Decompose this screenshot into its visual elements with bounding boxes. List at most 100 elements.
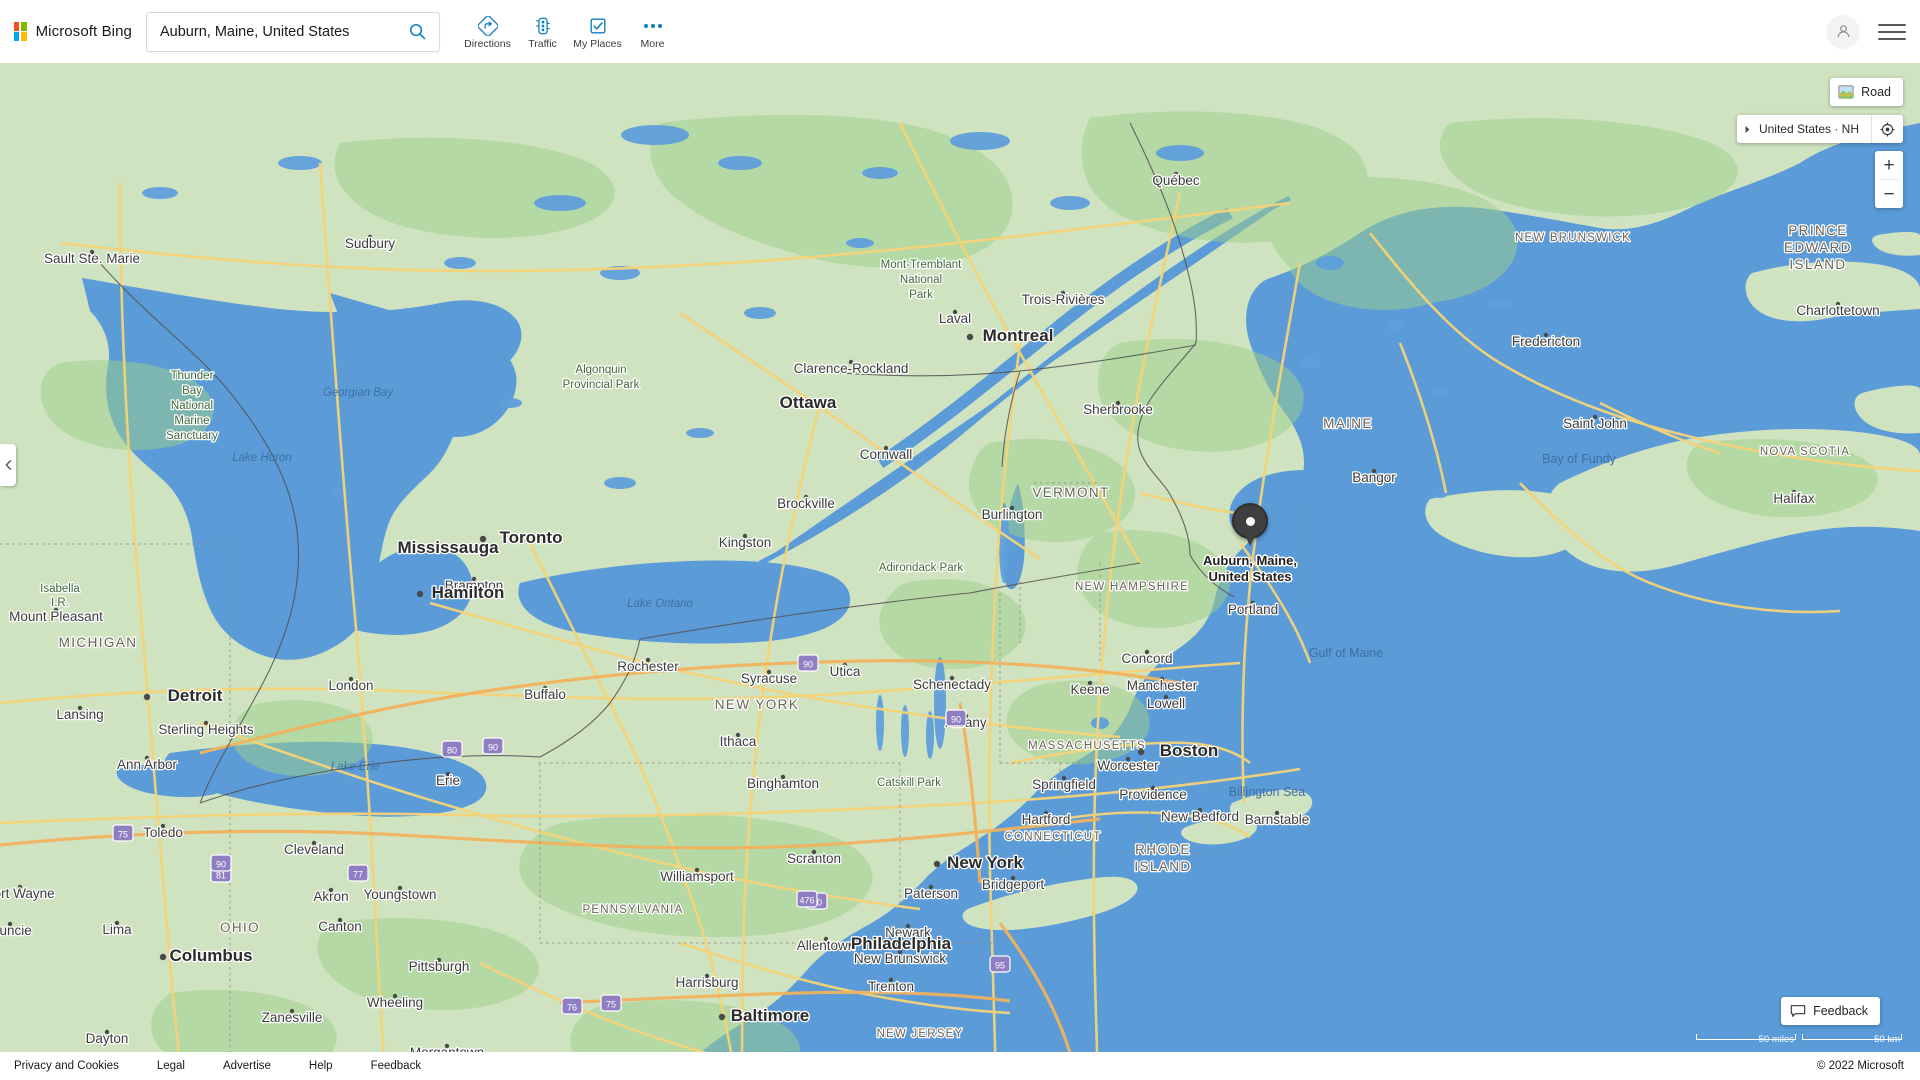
caret-right-icon[interactable] bbox=[1737, 125, 1759, 134]
highway-shield-label: 75 bbox=[118, 830, 128, 840]
highway-shield-label: 76 bbox=[567, 1003, 577, 1013]
city-label: Fort Wayne bbox=[0, 886, 55, 901]
city-label: Lima bbox=[102, 922, 132, 937]
footer-link-privacy-and-cookies[interactable]: Privacy and Cookies bbox=[14, 1060, 157, 1072]
footer-link-legal[interactable]: Legal bbox=[157, 1060, 223, 1072]
app-header: Microsoft Bing Directio bbox=[0, 0, 1920, 63]
zoom-out-button[interactable]: − bbox=[1875, 180, 1903, 208]
search-button[interactable] bbox=[395, 13, 439, 51]
city-label: New Bedford bbox=[1161, 809, 1239, 824]
footer-link-advertise[interactable]: Advertise bbox=[223, 1060, 309, 1072]
city-label: Keene bbox=[1070, 682, 1109, 697]
account-button[interactable] bbox=[1826, 14, 1860, 49]
highway-shield-label: 75 bbox=[606, 1000, 616, 1010]
microsoft-logo-icon bbox=[14, 22, 27, 41]
region-label: CONNECTICUT bbox=[1005, 831, 1102, 843]
header-right-actions bbox=[1826, 0, 1906, 63]
region-label: PRINCE bbox=[1788, 223, 1847, 238]
city-label: London bbox=[328, 678, 373, 693]
city-label: Sherbrooke bbox=[1083, 402, 1153, 417]
hamburger-menu-icon[interactable] bbox=[1878, 22, 1906, 42]
city-label: Springfield bbox=[1032, 777, 1096, 792]
city-label: Binghamton bbox=[747, 776, 819, 791]
scale-km: 50 km bbox=[1802, 1034, 1902, 1054]
water-label: Lake Erie bbox=[331, 761, 380, 773]
map-pushpin-icon[interactable] bbox=[1232, 503, 1268, 539]
tool-more[interactable]: More bbox=[625, 12, 680, 51]
city-label: Paterson bbox=[904, 886, 958, 901]
city-label: Schenectady bbox=[913, 677, 991, 692]
water-label: Georgian Bay bbox=[323, 387, 395, 399]
highway-shield-label: 90 bbox=[216, 860, 226, 870]
park-label: Adirondack Park bbox=[879, 562, 964, 574]
map-feedback-button[interactable]: Feedback bbox=[1781, 997, 1880, 1025]
tool-directions[interactable]: Directions bbox=[460, 12, 515, 51]
major-city-label: Mississauga bbox=[397, 538, 499, 557]
city-label: Erie bbox=[436, 773, 460, 788]
major-city-label: Detroit bbox=[168, 686, 223, 705]
city-label: Lansing bbox=[56, 707, 103, 722]
major-city-label: Columbus bbox=[169, 946, 252, 965]
city-label: Barnstable bbox=[1245, 812, 1310, 827]
city-label: New Brunswick bbox=[854, 951, 947, 966]
bing-brand[interactable]: Microsoft Bing bbox=[14, 22, 132, 41]
city-label: Halifax bbox=[1773, 491, 1815, 506]
highway-shield-label: 81 bbox=[216, 871, 226, 881]
zoom-in-button[interactable]: + bbox=[1875, 151, 1903, 179]
map-canvas[interactable]: Lake Huron Georgian Bay Lake Ontario Lake E… bbox=[0, 63, 1920, 1080]
footer-link-help[interactable]: Help bbox=[309, 1060, 371, 1072]
region-label: NEW YORK bbox=[715, 697, 799, 712]
region-label: PENNSYLVANIA bbox=[583, 904, 684, 916]
search-input[interactable] bbox=[147, 12, 395, 51]
city-label: Zanesville bbox=[262, 1010, 323, 1025]
footer-link-feedback[interactable]: Feedback bbox=[371, 1060, 460, 1072]
city-label: Ithaca bbox=[720, 734, 757, 749]
park-label: Park bbox=[909, 289, 933, 301]
city-dot bbox=[416, 590, 424, 598]
search-icon bbox=[409, 23, 425, 40]
map-style-button[interactable]: Road bbox=[1830, 78, 1903, 106]
pin-label: Auburn, Maine, United States bbox=[1165, 553, 1335, 585]
feedback-bubble-icon bbox=[1790, 1005, 1806, 1017]
major-city-label: Baltimore bbox=[731, 1006, 809, 1025]
water-label: Lake Ontario bbox=[627, 598, 693, 610]
major-city-label: Ottawa bbox=[780, 393, 837, 412]
city-label: Charlottetown bbox=[1796, 303, 1879, 318]
water-label: Gulf of Maine bbox=[1309, 646, 1383, 660]
collapse-panel-button[interactable] bbox=[0, 444, 16, 486]
checkbox-icon bbox=[588, 15, 608, 36]
location-bar[interactable]: United States · NH bbox=[1736, 115, 1903, 143]
park-label: I.R. bbox=[51, 597, 69, 609]
scale-miles-label: 50 miles bbox=[1758, 1034, 1794, 1045]
park-label: National bbox=[900, 274, 942, 286]
city-label: Ann Arbor bbox=[117, 757, 178, 772]
bing-maps-page: Microsoft Bing Directio bbox=[0, 0, 1920, 1080]
zoom-controls: + − bbox=[1875, 151, 1903, 208]
water-label: Billington Sea bbox=[1229, 785, 1305, 799]
city-label: Williamsport bbox=[660, 869, 734, 884]
region-label: ISLAND bbox=[1134, 859, 1191, 874]
city-label: Clarence-Rockland bbox=[794, 361, 909, 376]
city-label: Saint John bbox=[1563, 416, 1627, 431]
tool-my-places[interactable]: My Places bbox=[570, 12, 625, 51]
scale-km-label: 50 km bbox=[1874, 1034, 1900, 1045]
city-dot bbox=[933, 860, 941, 868]
park-label: Catskill Park bbox=[877, 777, 941, 789]
city-label: Scranton bbox=[787, 851, 841, 866]
locate-me-icon[interactable] bbox=[1871, 115, 1903, 143]
city-label: Akron bbox=[313, 889, 348, 904]
map-tools-nav: Directions Traffic My Places More bbox=[460, 12, 680, 51]
tool-traffic[interactable]: Traffic bbox=[515, 12, 570, 51]
search-box[interactable] bbox=[146, 11, 440, 52]
city-label: Manchester bbox=[1127, 678, 1198, 693]
city-dot bbox=[718, 1013, 726, 1021]
pin-label-line2: United States bbox=[1208, 568, 1292, 584]
map-feedback-label: Feedback bbox=[1813, 1004, 1868, 1018]
city-label: Youngstown bbox=[363, 887, 436, 902]
page-footer: Privacy and Cookies Legal Advertise Help Fee… bbox=[0, 1052, 1920, 1080]
footer-copyright: © 2022 Microsoft bbox=[1816, 1060, 1904, 1072]
park-label: Mont-Tremblant bbox=[881, 259, 963, 271]
city-label: Canton bbox=[318, 919, 362, 934]
scale-miles: 50 miles bbox=[1696, 1034, 1796, 1054]
city-label: Dayton bbox=[86, 1031, 129, 1046]
